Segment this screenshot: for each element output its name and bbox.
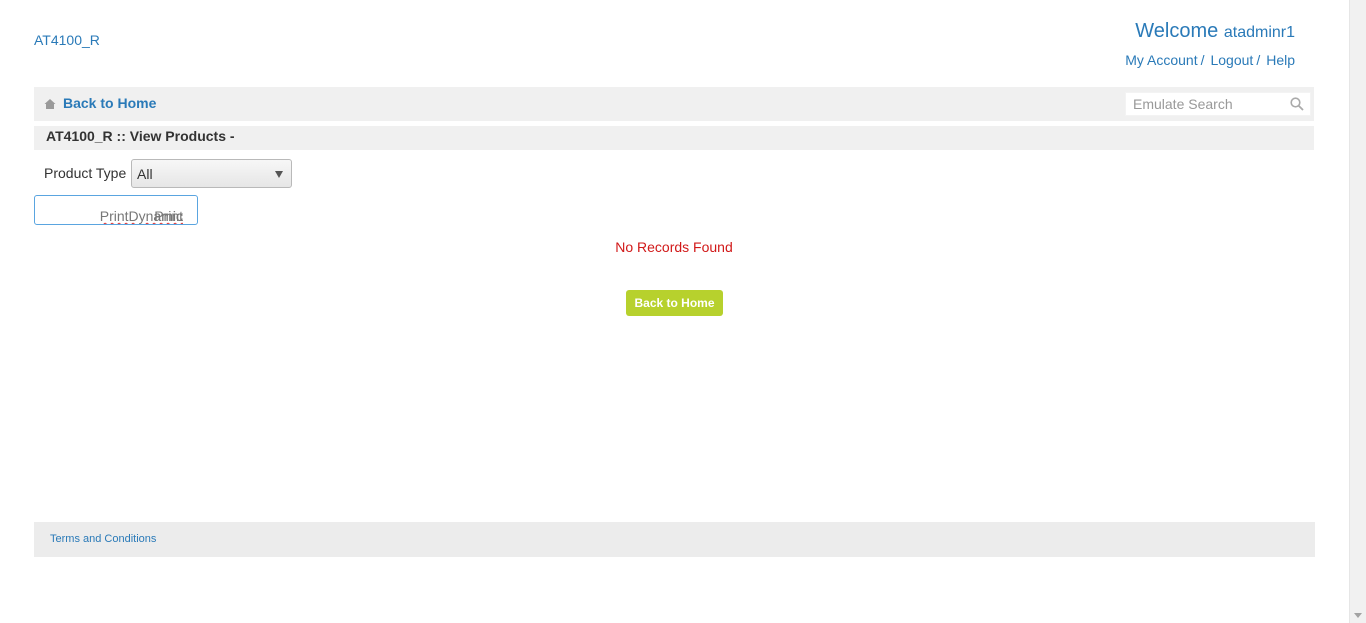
username: atadminr1 — [1223, 24, 1295, 41]
emulate-search-input[interactable] — [1126, 93, 1283, 115]
link-separator: / — [1256, 52, 1261, 68]
footer: Terms and Conditions — [34, 522, 1315, 557]
my-account-link[interactable]: My Account — [1125, 52, 1197, 68]
text-input-suffix: Print — [154, 208, 183, 224]
product-type-label: Product Type : — [44, 165, 135, 181]
navigation-bar: Back to Home — [34, 87, 1314, 121]
page-title-bar: AT4100_R :: View Products - — [34, 126, 1314, 150]
back-to-home-button[interactable]: Back to Home — [626, 290, 723, 316]
terms-and-conditions-link[interactable]: Terms and Conditions — [50, 533, 156, 545]
home-icon[interactable] — [44, 98, 56, 110]
product-type-select[interactable]: All — [131, 159, 292, 188]
brand-link[interactable]: AT4100_R — [34, 32, 100, 48]
scroll-down-icon[interactable] — [1354, 613, 1362, 618]
help-link[interactable]: Help — [1266, 52, 1295, 68]
no-records-message: No Records Found — [615, 239, 733, 255]
link-separator: / — [1200, 52, 1205, 68]
logout-link[interactable]: Logout — [1210, 52, 1253, 68]
chevron-down-icon — [275, 171, 283, 178]
welcome-label: Welcome — [1135, 20, 1219, 42]
back-to-home-link[interactable]: Back to Home — [63, 95, 156, 111]
welcome-message: Welcome atadminr1 — [1135, 20, 1295, 43]
vertical-scrollbar[interactable] — [1349, 0, 1366, 623]
product-type-selected: All — [137, 166, 153, 182]
account-links: My Account / Logout / Help — [1125, 52, 1295, 68]
emulate-search-box — [1125, 92, 1311, 116]
search-icon[interactable] — [1290, 97, 1304, 111]
page-title: AT4100_R :: View Products - — [46, 128, 235, 144]
product-text-input[interactable]: amic PrintDynamic Print — [34, 195, 198, 225]
